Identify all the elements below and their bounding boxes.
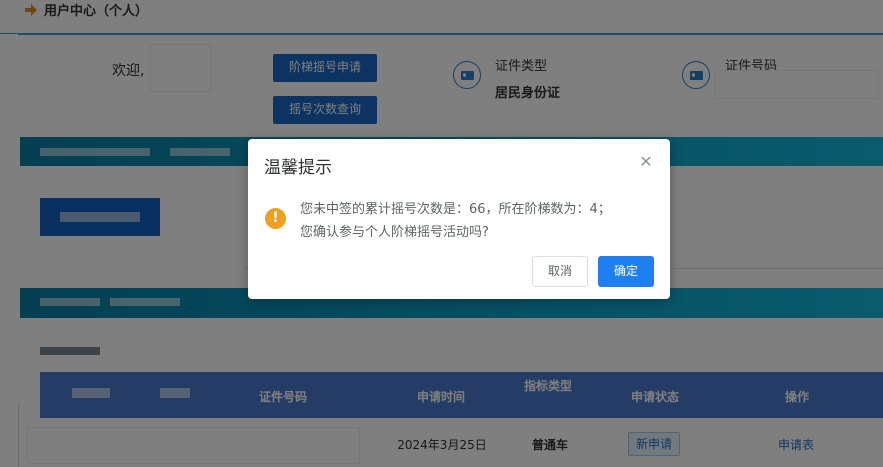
confirm-dialog: 温馨提示 ✕ ! 您未中签的累计摇号次数是：66，所在阶梯数为：4； 您确认参与…: [248, 139, 670, 299]
dialog-title: 温馨提示: [264, 158, 332, 178]
dialog-message-line2: 您确认参与个人阶梯摇号活动吗?: [300, 225, 489, 240]
confirm-button[interactable]: 确定: [598, 256, 654, 287]
dialog-message-line1: 您未中签的累计摇号次数是：66，所在阶梯数为：4；: [300, 202, 611, 217]
close-icon[interactable]: ✕: [637, 153, 655, 171]
cancel-button[interactable]: 取消: [532, 256, 588, 287]
warning-icon: !: [265, 208, 286, 229]
